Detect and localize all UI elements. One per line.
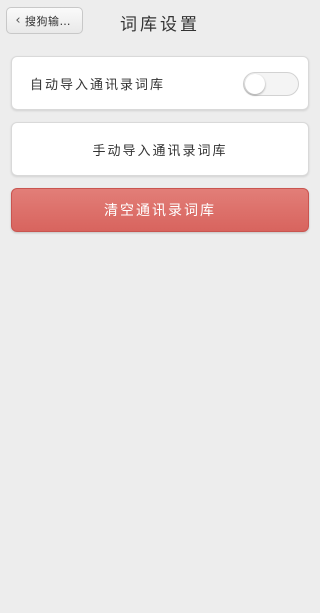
nav-bar: ‹ 搜狗输… 词库设置 bbox=[0, 0, 320, 44]
clear-contacts-dict-button[interactable]: 清空通讯录词库 bbox=[11, 188, 309, 232]
page-title: 词库设置 bbox=[120, 15, 200, 35]
toggle-knob bbox=[245, 74, 265, 94]
auto-import-label: 自动导入通讯录词库 bbox=[30, 78, 166, 93]
auto-import-row: 自动导入通讯录词库 bbox=[11, 56, 309, 110]
auto-import-toggle[interactable] bbox=[243, 72, 299, 96]
clear-button-label: 清空通讯录词库 bbox=[104, 203, 216, 219]
manual-import-label: 手动导入通讯录词库 bbox=[92, 143, 228, 159]
manual-import-button[interactable]: 手动导入通讯录词库 bbox=[11, 122, 309, 176]
